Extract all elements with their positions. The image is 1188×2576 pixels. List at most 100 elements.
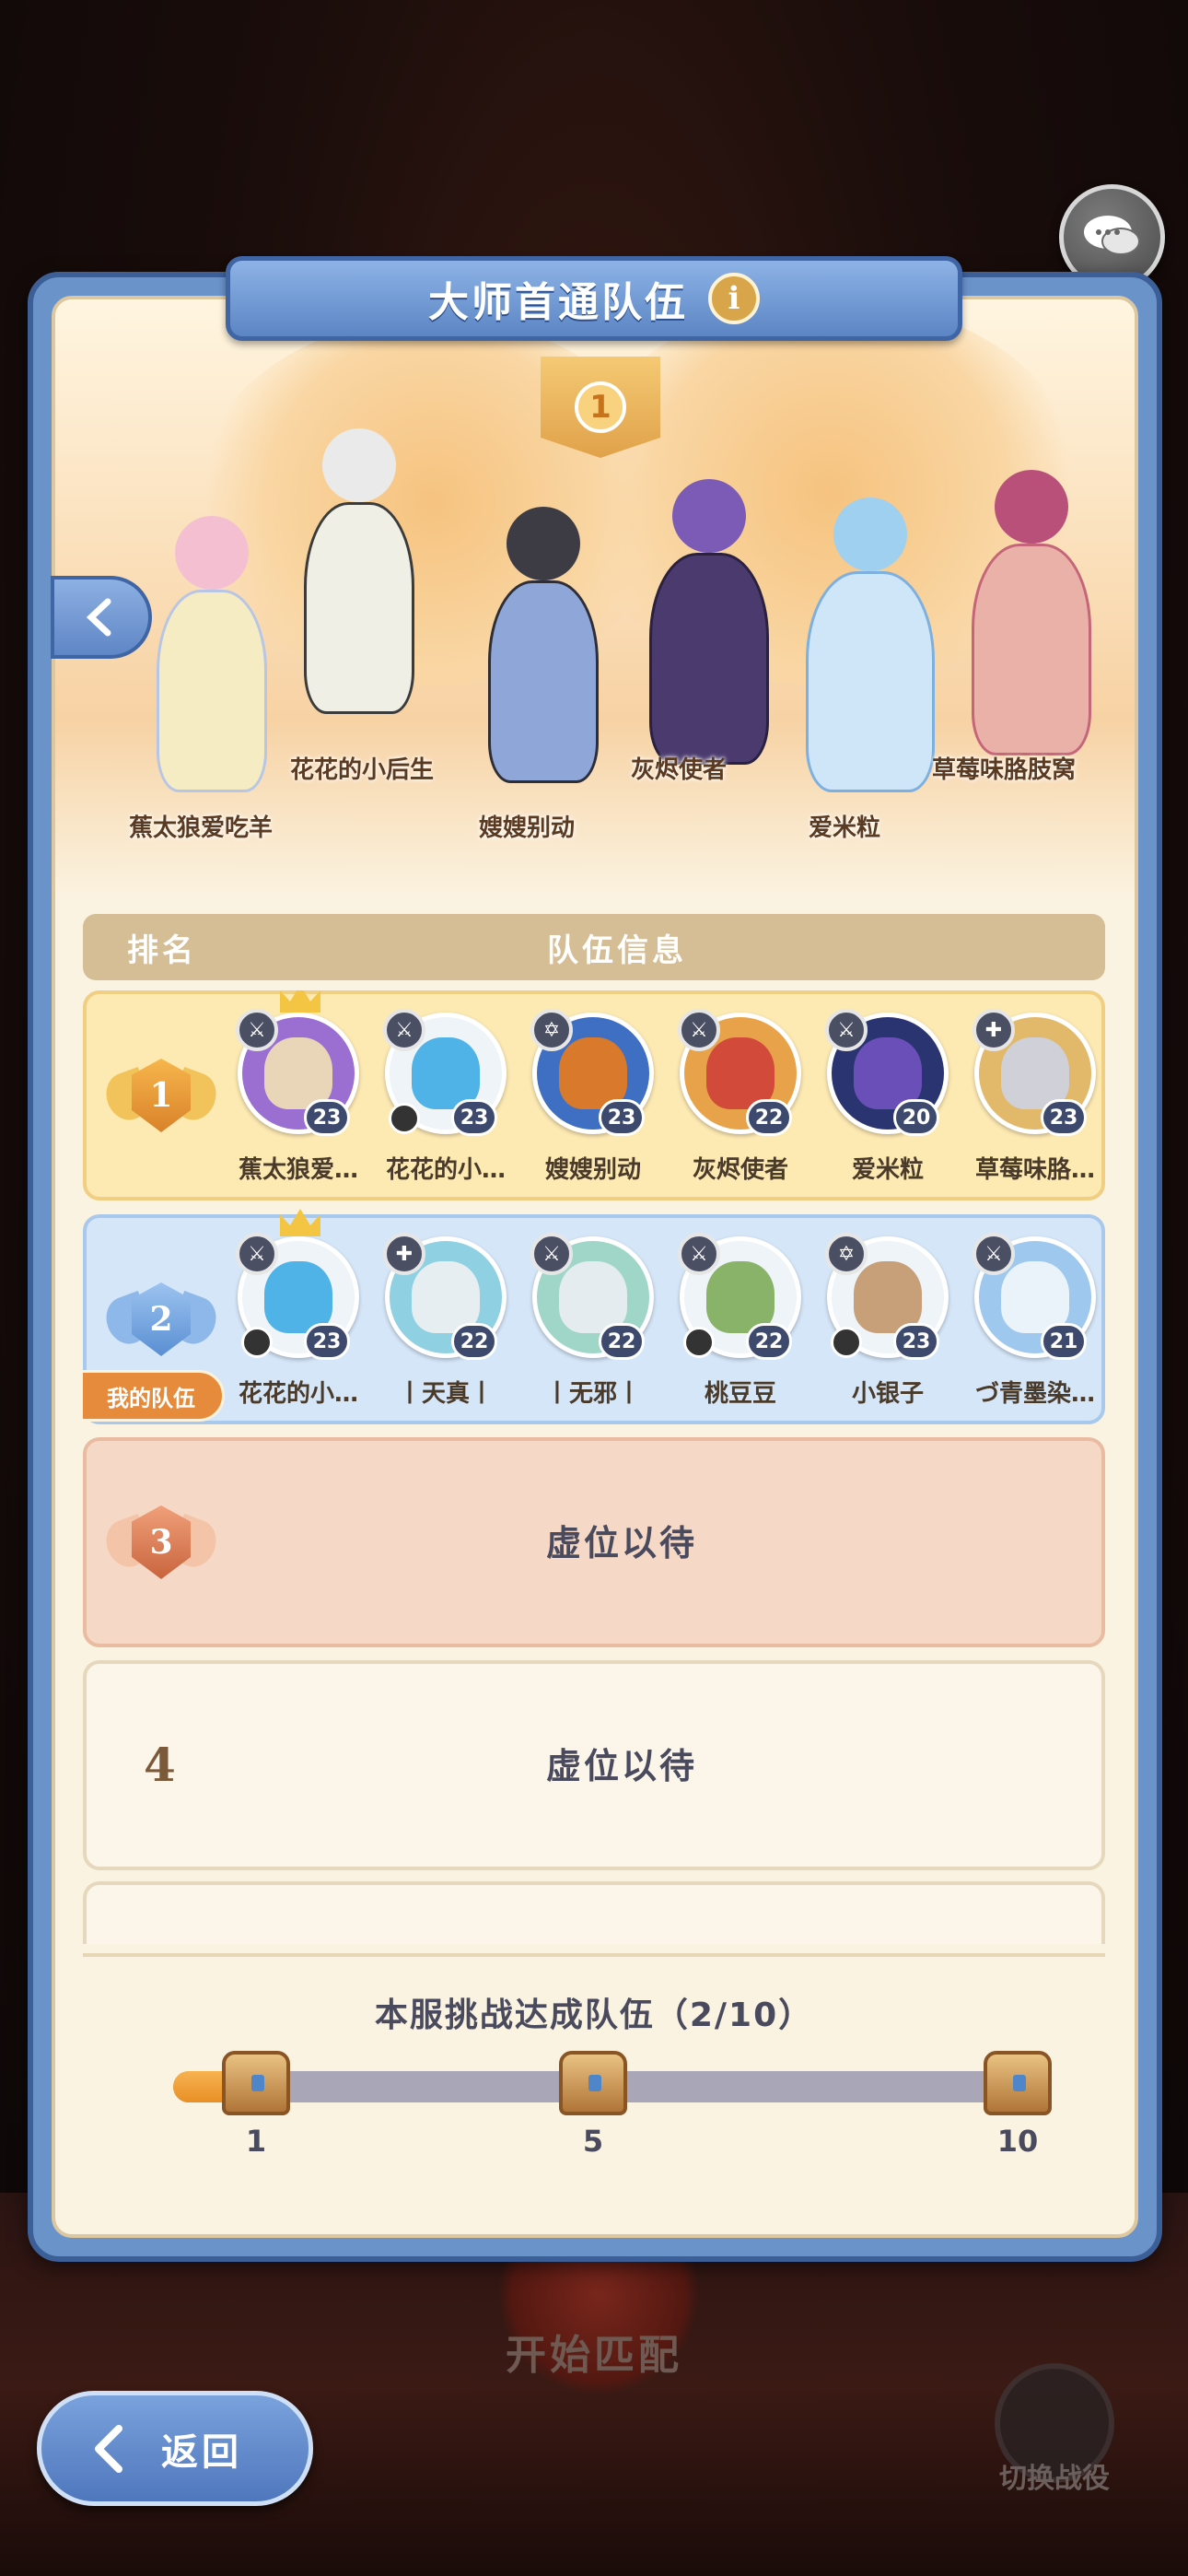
class-icon: ✡: [530, 1009, 573, 1051]
rank-row-2[interactable]: 2 我的队伍 ⚔ 23 花花的小… ✚ 22 丨天真丨 ⚔ 22 丨无邪丨 ⚔ …: [83, 1209, 1105, 1424]
team-members: ⚔ 23 蕉太狼爱… ⚔ 23 花花的小… ✡ 23 嫂嫂别动 ⚔ 22 灰烬使…: [225, 990, 1105, 1197]
team-members: ⚔ 23 花花的小… ✚ 22 丨天真丨 ⚔ 22 丨无邪丨 ⚔ 22 桃豆豆 …: [225, 1209, 1105, 1421]
info-icon[interactable]: i: [708, 273, 760, 324]
member-level: 22: [746, 1099, 792, 1136]
hero-name: 爱米粒: [809, 814, 881, 842]
crown-icon: [280, 1209, 320, 1236]
hero-name: 嫂嫂别动: [479, 814, 576, 842]
class-icon: ⚔: [383, 1009, 425, 1051]
hero-name: 灰烬使者: [631, 756, 728, 784]
hero-figure: [290, 428, 428, 742]
member-level: 23: [304, 1099, 350, 1136]
member-level: 22: [451, 1323, 497, 1360]
member-name: 丨天真丨: [397, 1380, 494, 1408]
paw-icon: [831, 1327, 862, 1358]
treasure-chest-icon[interactable]: [984, 2051, 1052, 2115]
rank-badge: 2: [99, 1269, 223, 1377]
table-header: 排名 队伍信息: [83, 914, 1105, 980]
class-icon: ⚔: [530, 1233, 573, 1275]
hero-figure: [143, 516, 281, 820]
class-icon: ⚔: [678, 1009, 720, 1051]
back-button-label: 返回: [161, 2430, 242, 2474]
member-name: 爱米粒: [851, 1156, 924, 1184]
member-level: 23: [599, 1099, 645, 1136]
my-team-tag: 我的队伍: [83, 1370, 225, 1422]
rank-row-1[interactable]: 1 ⚔ 23 蕉太狼爱… ⚔ 23 花花的小… ✡ 23 嫂嫂别动 ⚔ 22 灰…: [83, 990, 1105, 1200]
back-button[interactable]: 返回: [37, 2391, 313, 2506]
class-icon: ⚔: [678, 1233, 720, 1275]
chevron-left-icon: [86, 598, 111, 637]
team-member[interactable]: ⚔ 22 灰烬使者: [667, 1009, 814, 1197]
class-icon: ✡: [825, 1233, 868, 1275]
team-member[interactable]: ⚔ 23 蕉太狼爱…: [225, 990, 372, 1197]
team-ranking-list[interactable]: 1 ⚔ 23 蕉太狼爱… ⚔ 23 花花的小… ✡ 23 嫂嫂别动 ⚔ 22 灰…: [83, 990, 1105, 1944]
switch-campaign-label: 切换战役: [999, 2463, 1110, 2495]
header-team-info: 队伍信息: [547, 931, 687, 969]
member-level: 22: [746, 1323, 792, 1360]
member-level: 20: [893, 1099, 939, 1136]
member-name: 嫂嫂别动: [544, 1156, 641, 1184]
rank-one-icon: 1: [575, 381, 626, 433]
team-member[interactable]: ✡ 23 嫂嫂别动: [519, 1009, 667, 1197]
start-match-label: 开始匹配: [506, 2332, 682, 2379]
rank-row-5[interactable]: [83, 1881, 1105, 1944]
chat-bubbles-icon: [1083, 215, 1140, 255]
class-icon: ✚: [383, 1233, 425, 1275]
class-icon: ⚔: [236, 1233, 278, 1275]
rank-number: 1: [149, 1076, 173, 1115]
vacant-slot-text: 虚位以待: [545, 1746, 697, 1786]
class-icon: ✚: [973, 1009, 1015, 1051]
hero-figure: [635, 479, 783, 792]
panel-title-plate: 大师首通队伍 i: [226, 256, 962, 341]
chevron-left-icon: [95, 2424, 122, 2473]
milestone-label: 10: [996, 2124, 1039, 2159]
member-name: 花花的小…: [385, 1156, 506, 1184]
member-level: 22: [599, 1323, 645, 1360]
paw-icon: [241, 1327, 273, 1358]
team-member[interactable]: ✚ 23 草莓味胳…: [961, 1009, 1105, 1197]
team-member[interactable]: ⚔ 22 丨无邪丨: [519, 1233, 667, 1421]
member-name: 花花的小…: [238, 1380, 358, 1408]
rank-row-3[interactable]: 3 虚位以待: [83, 1437, 1105, 1647]
section-divider: [83, 1953, 1105, 1957]
rank-row-4[interactable]: 4 虚位以待: [83, 1660, 1105, 1870]
member-level: 23: [1041, 1099, 1087, 1136]
member-name: 小银子: [851, 1380, 924, 1408]
hero-showcase: 1 蕉太狼爱吃羊 花花的小后生 嫂嫂别动 灰烬使者 爱米粒 草莓味胳肢窝: [55, 299, 1135, 898]
crown-icon: [280, 990, 320, 1013]
paw-icon: [683, 1327, 715, 1358]
first-rank-banner: 1: [541, 357, 660, 458]
rank-badge: 1: [99, 1045, 223, 1153]
hero-figure: [792, 498, 949, 820]
member-name: 桃豆豆: [704, 1380, 776, 1408]
team-member[interactable]: ⚔ 20 爱米粒: [814, 1009, 961, 1197]
hero-figure: [474, 507, 612, 811]
hero-figure: [958, 470, 1105, 783]
side-collapse-tab[interactable]: [51, 576, 152, 659]
team-member[interactable]: ⚔ 21 づ青墨染…: [961, 1233, 1105, 1421]
member-name: 丨无邪丨: [544, 1380, 641, 1408]
rank-number: 2: [149, 1300, 173, 1339]
member-level: 23: [304, 1323, 350, 1360]
panel-title: 大师首通队伍: [428, 279, 688, 326]
challenge-progress-title: 本服挑战达成队伍（2/10）: [374, 1996, 814, 2034]
treasure-chest-icon[interactable]: [222, 2051, 290, 2115]
team-member[interactable]: ⚔ 23 花花的小…: [225, 1209, 372, 1421]
member-level: 23: [451, 1099, 497, 1136]
class-icon: ⚔: [236, 1009, 278, 1051]
milestone-label: 1: [245, 2124, 267, 2159]
treasure-chest-icon[interactable]: [559, 2051, 627, 2115]
hero-name: 草莓味胳肢窝: [932, 756, 1077, 784]
team-member[interactable]: ⚔ 23 花花的小…: [372, 1009, 519, 1197]
member-level: 21: [1041, 1323, 1087, 1360]
vacant-slot-text: 虚位以待: [545, 1523, 697, 1563]
class-icon: ⚔: [825, 1009, 868, 1051]
team-member[interactable]: ✡ 23 小银子: [814, 1233, 961, 1421]
member-name: づ青墨染…: [974, 1380, 1095, 1408]
team-member[interactable]: ⚔ 22 桃豆豆: [667, 1233, 814, 1421]
team-member[interactable]: ✚ 22 丨天真丨: [372, 1233, 519, 1421]
class-icon: ⚔: [973, 1233, 1015, 1275]
member-name: 草莓味胳…: [974, 1156, 1095, 1184]
member-name: 蕉太狼爱…: [238, 1156, 358, 1184]
hero-name: 蕉太狼爱吃羊: [129, 814, 274, 842]
